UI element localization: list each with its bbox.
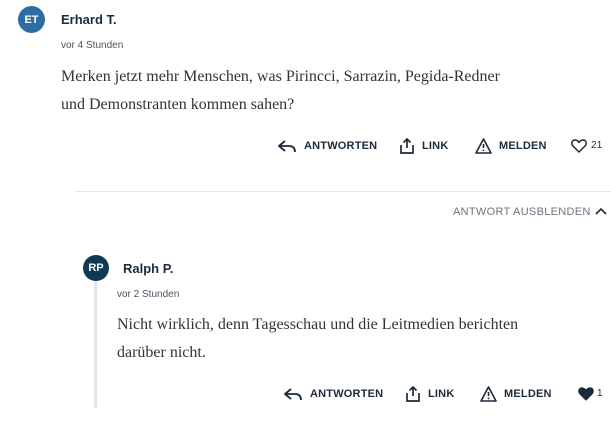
reply-icon bbox=[277, 138, 297, 154]
link-button[interactable]: LINK bbox=[405, 386, 454, 402]
link-button[interactable]: LINK bbox=[399, 138, 448, 154]
reply-button[interactable]: ANTWORTEN bbox=[277, 138, 377, 154]
comment-text: Nicht wirklich, denn Tagesschau und die … bbox=[117, 311, 597, 367]
heart-filled-icon bbox=[578, 386, 594, 401]
hide-replies-toggle[interactable]: ANTWORT AUSBLENDEN bbox=[453, 206, 607, 218]
share-icon bbox=[405, 386, 421, 402]
comment-text-line: Merken jetzt mehr Menschen, was Pirincci… bbox=[61, 68, 500, 85]
warning-icon bbox=[480, 386, 497, 402]
like-count: 21 bbox=[591, 140, 603, 151]
warning-icon bbox=[475, 138, 492, 154]
report-label: MELDEN bbox=[504, 388, 552, 400]
divider bbox=[75, 191, 611, 192]
avatar[interactable]: RP bbox=[83, 255, 109, 281]
link-label: LINK bbox=[422, 140, 449, 152]
comment-text: Merken jetzt mehr Menschen, was Pirincci… bbox=[61, 63, 581, 119]
reply-button[interactable]: ANTWORTEN bbox=[283, 386, 383, 402]
chevron-up-icon bbox=[595, 206, 607, 218]
comment-author[interactable]: Ralph P. bbox=[123, 261, 173, 276]
link-label: LINK bbox=[428, 388, 455, 400]
comment-timestamp: vor 4 Stunden bbox=[61, 40, 124, 51]
heart-outline-icon bbox=[571, 138, 587, 153]
hide-replies-label: ANTWORT AUSBLENDEN bbox=[453, 206, 591, 218]
like-button[interactable]: 1 bbox=[578, 386, 603, 401]
reply-icon bbox=[283, 386, 303, 402]
comment-author[interactable]: Erhard T. bbox=[61, 12, 117, 27]
share-icon bbox=[399, 138, 415, 154]
comment-text-line: und Demonstranten kommen sahen? bbox=[61, 96, 295, 113]
report-button[interactable]: MELDEN bbox=[480, 386, 552, 402]
reply-label: ANTWORTEN bbox=[304, 140, 378, 152]
report-button[interactable]: MELDEN bbox=[475, 138, 547, 154]
like-count: 1 bbox=[597, 388, 603, 399]
comment-timestamp: vor 2 Stunden bbox=[117, 289, 180, 300]
reply-label: ANTWORTEN bbox=[310, 388, 384, 400]
reply-thread-line bbox=[94, 270, 97, 408]
comment-text-line: darüber nicht. bbox=[117, 344, 206, 361]
comment-text-line: Nicht wirklich, denn Tagesschau und die … bbox=[117, 316, 519, 333]
report-label: MELDEN bbox=[499, 140, 547, 152]
like-button[interactable]: 21 bbox=[571, 138, 603, 153]
avatar[interactable]: ET bbox=[18, 6, 45, 33]
